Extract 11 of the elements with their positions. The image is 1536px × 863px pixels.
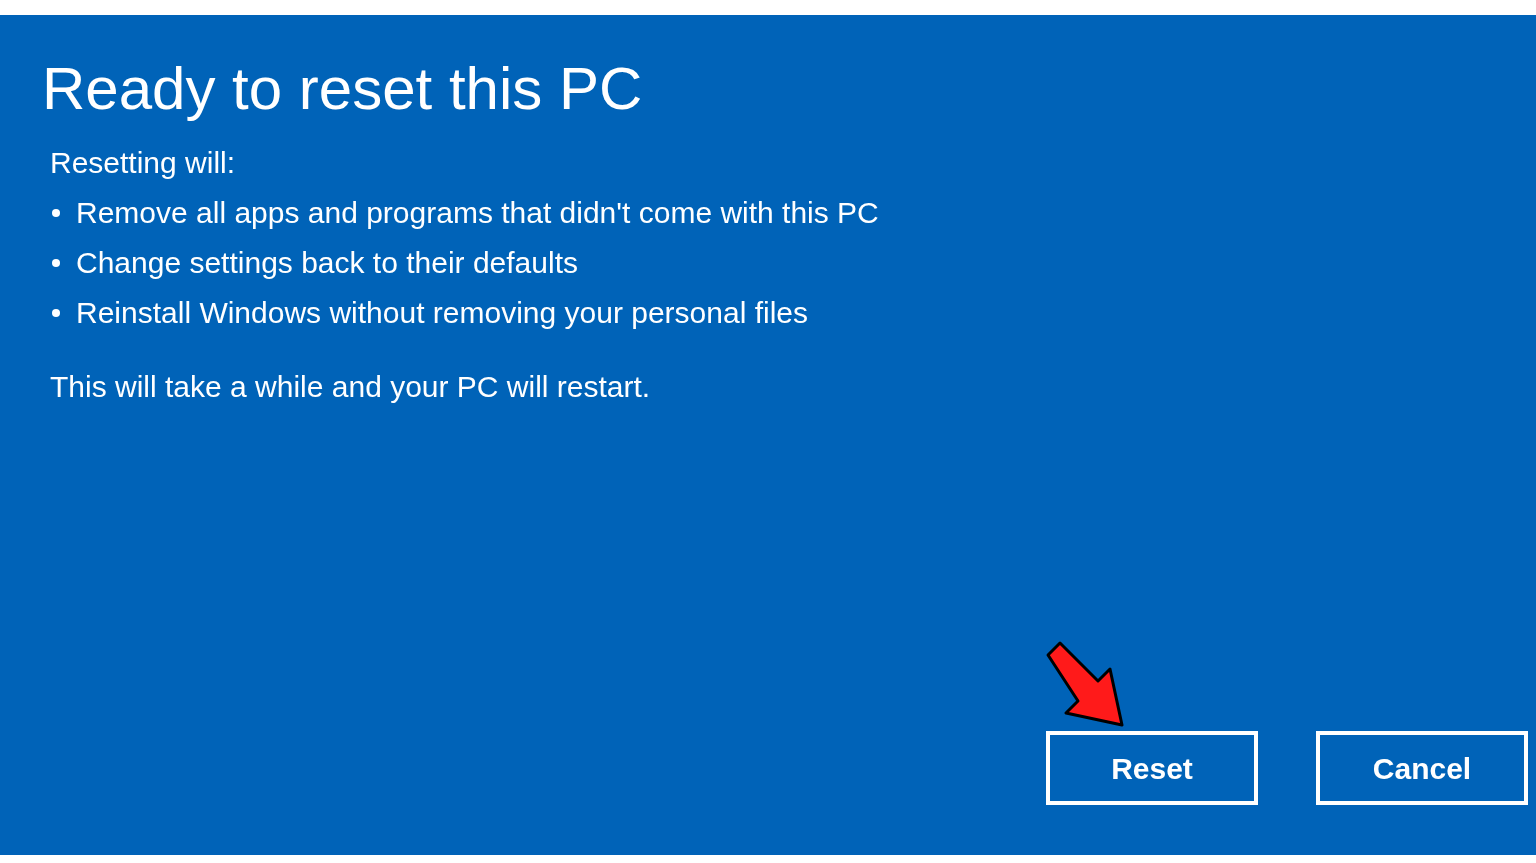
dialog-title: Ready to reset this PC [42, 54, 643, 124]
dialog-button[interactable]: Cancel [1316, 731, 1528, 805]
bullet-icon [52, 309, 60, 317]
list-item: Change settings back to their defaults [76, 245, 578, 281]
list-item: Reinstall Windows without removing your personal files [76, 295, 808, 331]
bullet-icon [52, 209, 60, 217]
bullet-icon [52, 259, 60, 267]
note-text: This will take a while and your PC will restart. [50, 369, 651, 405]
intro-text: Resetting will: [50, 145, 236, 181]
dialog-button[interactable]: Reset [1046, 731, 1258, 805]
list-item: Remove all apps and programs that didn't come with this PC [76, 195, 879, 231]
